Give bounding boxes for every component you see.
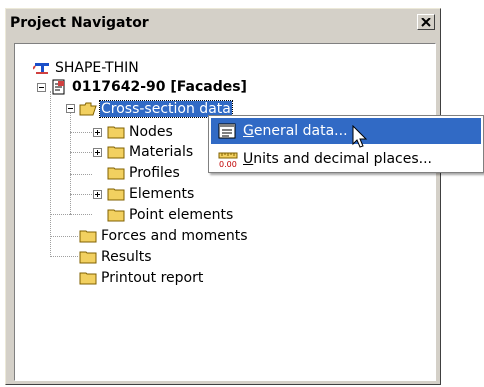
folder-icon [107,188,125,201]
tree-label-profiles: Profiles [129,165,180,181]
tree-item-elements[interactable]: Elements [107,184,194,204]
tree-item-results[interactable]: Results [79,247,152,267]
tree-item-profiles[interactable]: Profiles [107,163,180,183]
tree-label-point-elements: Point elements [129,207,234,223]
menu-label-units: Units and decimal places... [243,151,432,167]
cross-section-expander[interactable] [66,104,75,113]
window-title: Project Navigator [10,14,149,31]
title-bar: Project Navigator [8,11,438,34]
tree-label-materials: Materials [129,144,194,160]
elements-expander[interactable] [93,190,102,199]
close-button[interactable] [417,14,435,30]
tree-item-forces[interactable]: Forces and moments [79,226,248,246]
folder-icon [79,272,97,285]
tree-item-project[interactable]: 0117642-90 [Facades] [50,77,247,97]
context-menu: General data... 0.00 Units and decimal p… [208,115,484,173]
folder-icon [79,230,97,243]
tree-item-root[interactable]: SHAPE-THIN [33,58,139,78]
tree-label-root: SHAPE-THIN [55,60,139,76]
menu-label-general-data: General data... [243,123,348,139]
folder-icon [79,251,97,264]
tree-label-forces: Forces and moments [101,228,248,244]
project-document-icon [52,79,65,95]
project-tree[interactable]: SHAPE-THIN 0117642-90 [Facades] Cross-se… [14,43,436,381]
tree-item-printout[interactable]: Printout report [79,268,203,288]
materials-expander[interactable] [93,148,102,157]
close-icon [421,17,431,27]
tree-label-printout: Printout report [101,270,204,286]
open-folder-icon [79,102,97,116]
svg-text:0.00: 0.00 [219,160,237,169]
tree-item-nodes[interactable]: Nodes [107,122,173,142]
project-navigator-window: Project Navigator SHAPE-THIN 0117642-90 … [5,8,441,385]
nodes-expander[interactable] [93,128,102,137]
menu-item-general-data[interactable]: General data... [211,118,481,144]
folder-icon [107,167,125,180]
folder-icon [107,146,125,159]
tree-label-elements: Elements [129,186,195,202]
folder-icon [107,209,125,222]
general-data-icon [218,123,236,139]
shape-thin-icon [33,63,49,74]
folder-icon [107,126,125,139]
tree-label-nodes: Nodes [129,124,173,140]
mouse-cursor-icon [352,125,368,148]
tree-label-results: Results [101,249,152,265]
menu-item-units[interactable]: 0.00 Units and decimal places... [211,146,481,172]
tree-item-materials[interactable]: Materials [107,142,193,162]
project-expander[interactable] [37,83,46,92]
tree-item-point-elements[interactable]: Point elements [107,205,233,225]
tree-label-project: 0117642-90 [Facades] [72,79,247,95]
units-decimal-icon: 0.00 [218,152,238,169]
